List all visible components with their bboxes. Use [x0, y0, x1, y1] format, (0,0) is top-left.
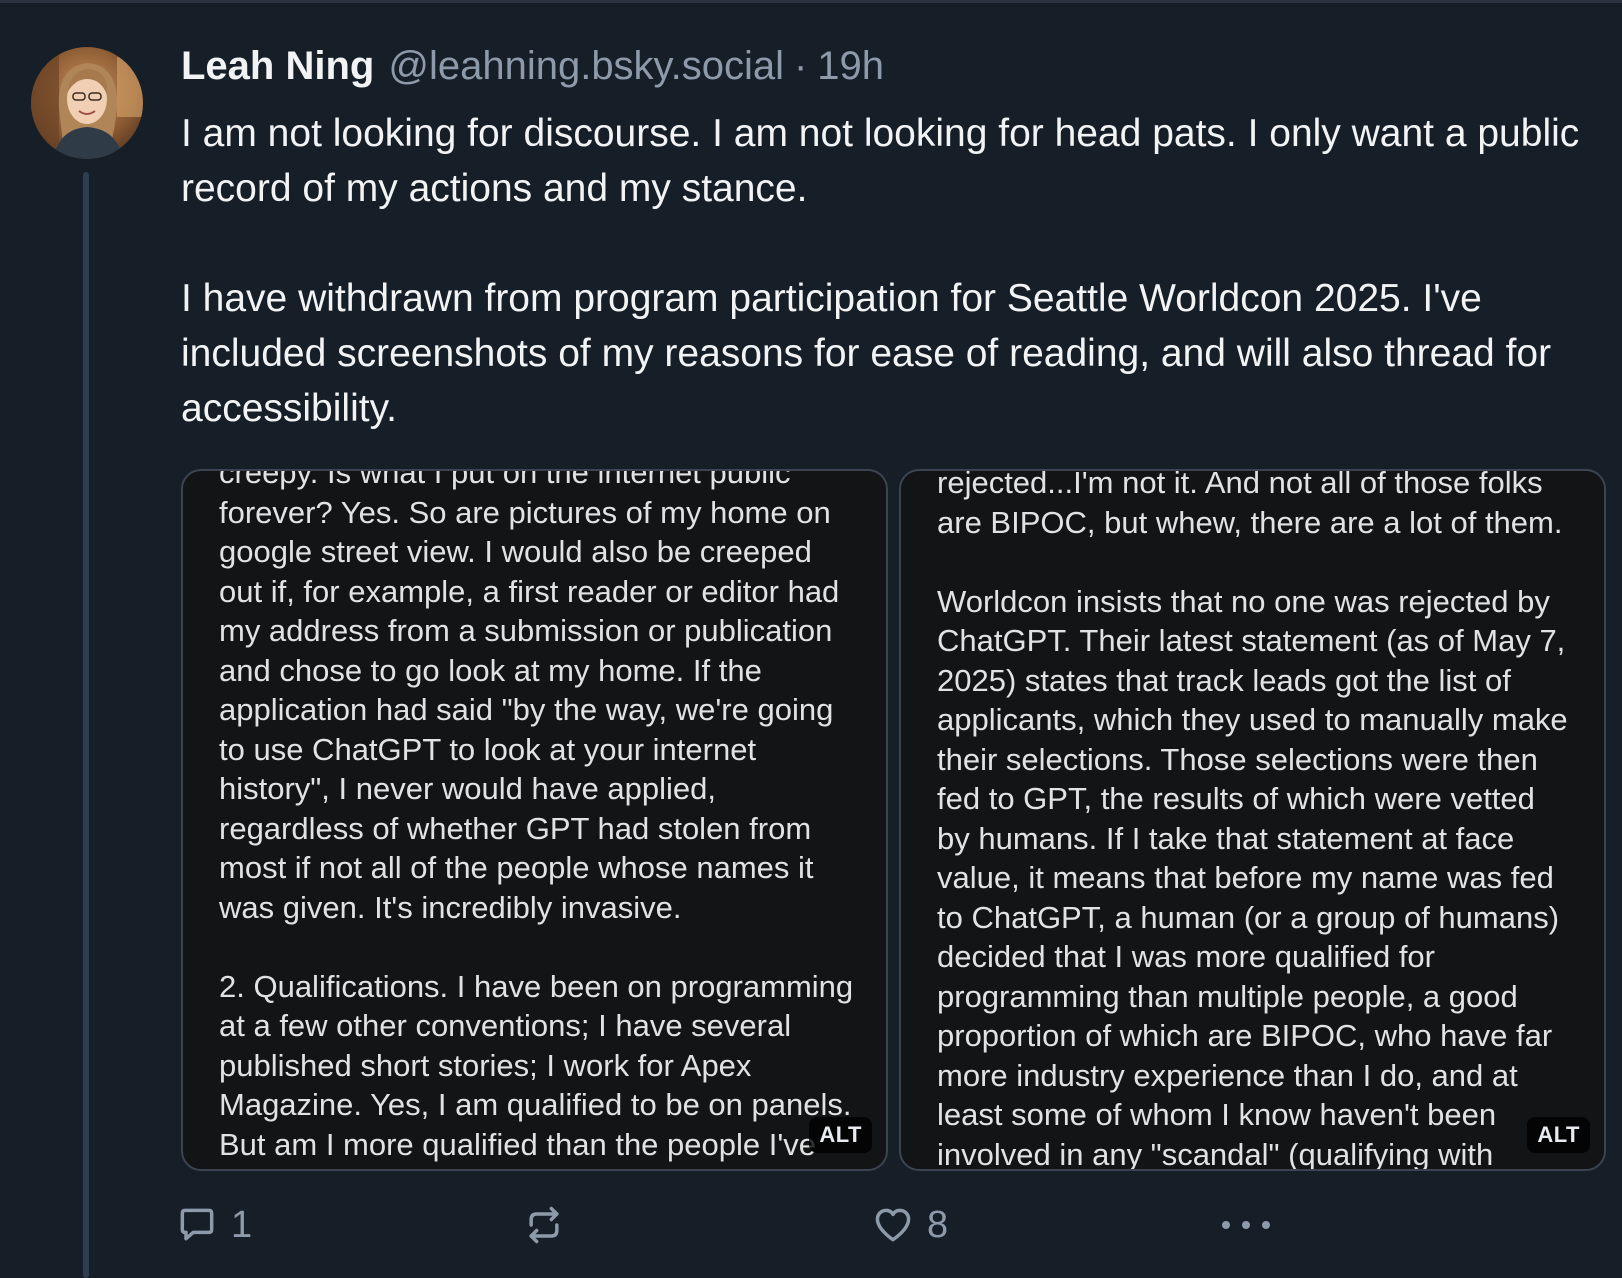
- image-text-line: my address from a submission or publicat…: [219, 613, 833, 648]
- post-actions: 1 8: [0, 1199, 1622, 1255]
- image-text-line: was given. It's incredibly invasive.: [219, 889, 682, 925]
- image-text-line: most if not all of the people whose name…: [219, 850, 814, 885]
- post-timestamp[interactable]: 19h: [817, 44, 884, 89]
- image-text-line: by humans. If I take that statement at f…: [937, 820, 1515, 856]
- image-text-line: involved in any "scandal" (qualifying wi…: [937, 1136, 1494, 1171]
- avatar-photo: [31, 47, 143, 159]
- image-text-line: to use ChatGPT to look at your internet: [219, 731, 757, 767]
- image-text-line: applicants, which they used to manually …: [937, 702, 1568, 737]
- post-paragraph: I have withdrawn from program participat…: [181, 277, 1552, 430]
- image-text-line: [937, 542, 1590, 582]
- image-text-line: regardless of whether GPT had stolen fro…: [219, 810, 812, 846]
- author-name[interactable]: Leah Ning: [181, 44, 374, 89]
- like-count: 8: [927, 1203, 949, 1246]
- thread-line: [83, 172, 89, 1278]
- image-text-line: But am I more qualified than the people …: [219, 1126, 817, 1162]
- image-text-line: decided that I was more qualified for: [937, 939, 1435, 974]
- repost-button[interactable]: [522, 1203, 578, 1247]
- post-body: I am not looking for discourse. I am not…: [181, 106, 1601, 436]
- top-divider: [0, 0, 1622, 3]
- image-text-line: proportion of which are BIPOC, who have …: [937, 1018, 1553, 1053]
- more-options-button[interactable]: [1220, 1203, 1272, 1247]
- image-text-line: fed to GPT, the results of which were ve…: [937, 781, 1535, 816]
- image-text-line: forever? Yes. So are pictures of my home…: [219, 494, 831, 530]
- image-text-line: value, it means that before my name was …: [937, 860, 1554, 895]
- post-header: Leah Ning @leahning.bsky.social · 19h: [181, 44, 884, 100]
- image-text-line: creepy. Is what I put on the internet pu…: [219, 469, 791, 490]
- image-text-line: programming than multiple people, a good: [937, 978, 1518, 1014]
- alt-badge[interactable]: ALT: [1527, 1117, 1590, 1153]
- image-text-line: Magazine. Yes, I am qualified to be on p…: [219, 1087, 852, 1122]
- post-image-2[interactable]: rejected...I'm not it. And not all of th…: [899, 469, 1606, 1171]
- image-text-content: creepy. Is what I put on the internet pu…: [219, 469, 872, 1164]
- image-text-line: to ChatGPT, a human (or a group of human…: [937, 899, 1560, 935]
- avatar[interactable]: [31, 47, 143, 159]
- image-text-line: Worldcon insists that no one was rejecte…: [937, 583, 1550, 619]
- image-text-line: history", I never would have applied,: [219, 771, 716, 806]
- image-text-line: at a few other conventions; I have sever…: [219, 1008, 792, 1043]
- image-text-line: [219, 927, 872, 967]
- reply-button[interactable]: 1: [175, 1203, 252, 1247]
- image-text-line: their selections. Those selections were …: [937, 741, 1538, 777]
- post-image-1[interactable]: creepy. Is what I put on the internet pu…: [181, 469, 888, 1171]
- image-text-line: and chose to go look at my home. If the: [219, 652, 762, 688]
- image-text-line: 2. Qualifications. I have been on progra…: [219, 968, 854, 1004]
- image-text-line: 2025) states that track leads got the li…: [937, 662, 1511, 698]
- header-separator: ·: [793, 44, 808, 88]
- author-handle[interactable]: @leahning.bsky.social: [388, 44, 784, 89]
- post-paragraph: I am not looking for discourse. I am not…: [181, 112, 1580, 210]
- image-text-line: google street view. I would also be cree…: [219, 534, 812, 569]
- image-text-line: rejected...I'm not it. And not all of th…: [937, 469, 1543, 500]
- image-text-line: published short stories; I work for Apex: [219, 1047, 752, 1083]
- image-text-line: least some of whom I know haven't been: [937, 1097, 1497, 1132]
- image-text-line: application had said "by the way, we're …: [219, 692, 834, 727]
- image-text-content: rejected...I'm not it. And not all of th…: [937, 469, 1590, 1171]
- alt-badge[interactable]: ALT: [809, 1117, 872, 1153]
- like-button[interactable]: 8: [871, 1203, 948, 1247]
- repost-icon: [529, 1206, 559, 1244]
- reply-icon: [180, 1208, 214, 1241]
- image-text-line: more industry experience than I do, and …: [937, 1057, 1518, 1093]
- image-text-line: out if, for example, a first reader or e…: [219, 573, 840, 609]
- image-text-line: ChatGPT. Their latest statement (as of M…: [937, 623, 1566, 658]
- heart-icon: [875, 1208, 911, 1242]
- more-icon: [1222, 1221, 1270, 1229]
- reply-count: 1: [231, 1203, 253, 1246]
- image-text-line: are BIPOC, but whew, there are a lot of …: [937, 504, 1563, 540]
